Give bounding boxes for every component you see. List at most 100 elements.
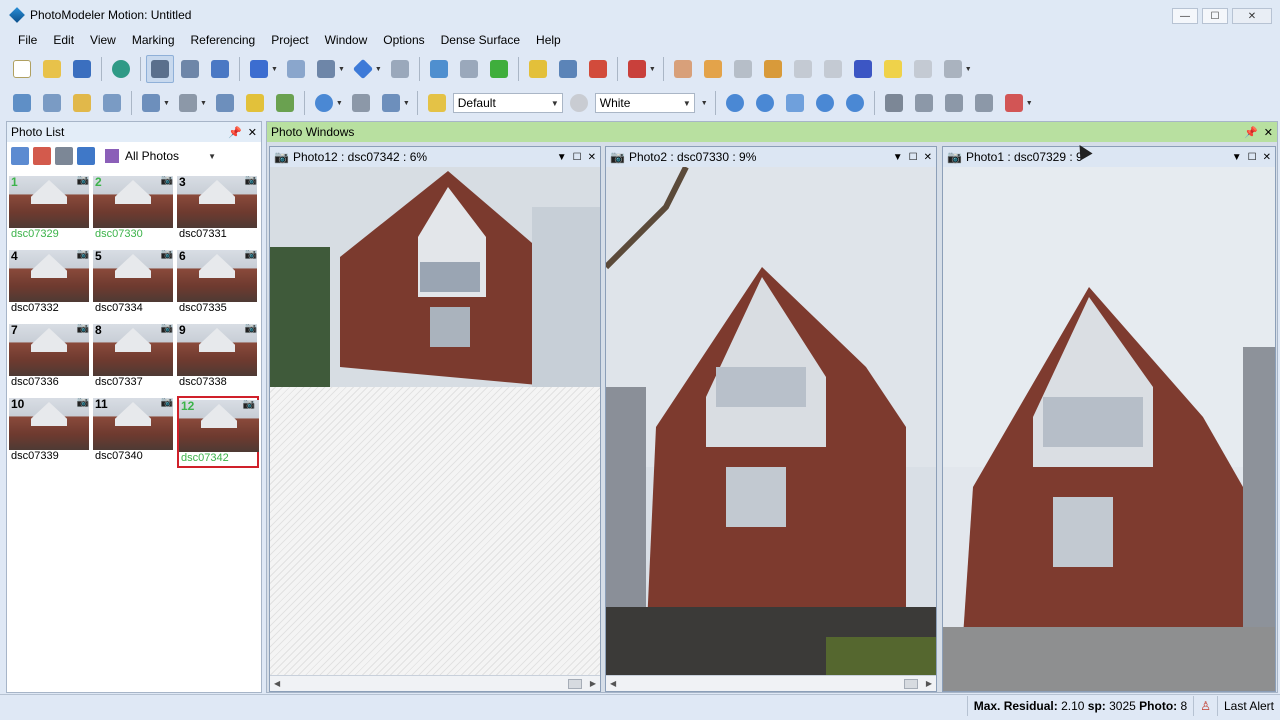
last-alert-button[interactable]: Last Alert: [1216, 695, 1280, 716]
menu-file[interactable]: File: [10, 33, 45, 47]
photo-table-icon[interactable]: [77, 147, 95, 165]
chevron-down-icon[interactable]: ▼: [403, 100, 410, 107]
photo-canvas[interactable]: [606, 167, 936, 675]
list-button[interactable]: [211, 89, 239, 117]
link-tool-button[interactable]: [485, 55, 513, 83]
chevron-down-icon[interactable]: ▼: [965, 66, 972, 73]
photo-canvas[interactable]: [943, 167, 1275, 691]
maximize-icon[interactable]: ☐: [1248, 152, 1257, 163]
scroll-left-icon[interactable]: ◀: [610, 679, 616, 688]
reference-tool-button[interactable]: [455, 55, 483, 83]
chevron-down-icon[interactable]: ▼: [338, 66, 345, 73]
table-button[interactable]: [554, 55, 582, 83]
maximize-icon[interactable]: ☐: [573, 152, 582, 163]
tool-button-a[interactable]: [669, 55, 697, 83]
chevron-down-icon[interactable]: ▼: [649, 66, 656, 73]
horizontal-scrollbar[interactable]: ◀ ▶: [270, 675, 600, 691]
menu-view[interactable]: View: [82, 33, 124, 47]
zoom-out-button[interactable]: [751, 89, 779, 117]
scroll-right-icon[interactable]: ▶: [926, 679, 932, 688]
menu-edit[interactable]: Edit: [45, 33, 82, 47]
photo-canvas[interactable]: [270, 167, 600, 675]
process-button[interactable]: [584, 55, 612, 83]
tool-button-j[interactable]: [939, 55, 967, 83]
close-icon[interactable]: ✕: [248, 126, 257, 139]
tool-button-b[interactable]: [699, 55, 727, 83]
open-project-button[interactable]: [38, 55, 66, 83]
scroll-right-icon[interactable]: ▶: [590, 679, 596, 688]
tool-button-i[interactable]: [909, 55, 937, 83]
tool-button-d[interactable]: [759, 55, 787, 83]
curve-tool-button[interactable]: [312, 55, 340, 83]
surface-tool-button[interactable]: [349, 55, 377, 83]
chevron-down-icon[interactable]: ▼: [1026, 100, 1033, 107]
menu-options[interactable]: Options: [375, 33, 432, 47]
photo-thumbnail[interactable]: 1 📷 dsc07329: [9, 174, 91, 246]
scroll-left-icon[interactable]: ◀: [274, 679, 280, 688]
close-icon[interactable]: ✕: [588, 152, 596, 163]
photo-window-2[interactable]: 📷 Photo2 : dsc07330 : 9% ▼ ☐ ✕ ◀ ▶: [605, 146, 937, 692]
horizontal-scrollbar[interactable]: ◀ ▶: [606, 675, 936, 691]
scale-button[interactable]: [241, 89, 269, 117]
zoom-photo-button[interactable]: [970, 89, 998, 117]
photo-window-1[interactable]: 📷 Photo1 : dsc07329 : 9 ▼ ☐ ✕: [942, 146, 1276, 692]
photo-thumbnail[interactable]: 12 📷 dsc07342: [177, 396, 259, 468]
photo-details-icon[interactable]: [55, 147, 73, 165]
audit-button[interactable]: [623, 55, 651, 83]
photo-thumbnail[interactable]: 6 📷 dsc07335: [177, 248, 259, 320]
menu-window[interactable]: Window: [317, 33, 376, 47]
photo-thumbnail[interactable]: 7 📷 dsc07336: [9, 322, 91, 394]
layout-button[interactable]: [137, 89, 165, 117]
photo-thumbnail[interactable]: 11 📷 dsc07340: [93, 396, 175, 468]
photo-window-12[interactable]: 📷 Photo12 : dsc07342 : 6% ▼ ☐ ✕ ◀ ▶: [269, 146, 601, 692]
fit-selection-button[interactable]: [940, 89, 968, 117]
chevron-down-icon[interactable]: ▼: [557, 152, 567, 163]
menu-referencing[interactable]: Referencing: [183, 33, 264, 47]
tool-button-f[interactable]: [819, 55, 847, 83]
tool-button-g[interactable]: [849, 55, 877, 83]
alert-icon-cell[interactable]: ♙: [1193, 695, 1217, 716]
fit-view-button[interactable]: [347, 89, 375, 117]
window-button[interactable]: [174, 89, 202, 117]
pan-button[interactable]: [880, 89, 908, 117]
tool-button-h[interactable]: [879, 55, 907, 83]
chevron-down-icon[interactable]: ▼: [893, 152, 903, 163]
chevron-down-icon[interactable]: ▼: [271, 66, 278, 73]
view-3d-button[interactable]: [8, 89, 36, 117]
menu-dense-surface[interactable]: Dense Surface: [433, 33, 528, 47]
select-mode-button[interactable]: [146, 55, 174, 83]
photo-filter-combo[interactable]: All Photos ▼: [101, 146, 219, 166]
zoom-fit-button[interactable]: [811, 89, 839, 117]
zoom-all-button[interactable]: [841, 89, 869, 117]
sort-photos-icon[interactable]: [33, 147, 51, 165]
add-point-button[interactable]: [245, 55, 273, 83]
style-combo[interactable]: Default ▼: [452, 93, 563, 113]
color-picker-button[interactable]: [565, 89, 593, 117]
pencil-tool-button[interactable]: [386, 55, 414, 83]
close-icon[interactable]: ✕: [924, 152, 932, 163]
tool-button-c[interactable]: [729, 55, 757, 83]
grid-view-button[interactable]: [377, 89, 405, 117]
photo-thumbnail[interactable]: 3 📷 dsc07331: [177, 174, 259, 246]
view-checklist-button[interactable]: [98, 89, 126, 117]
close-icon[interactable]: ✕: [1263, 152, 1271, 163]
scroll-thumb[interactable]: [904, 679, 918, 689]
minimize-button[interactable]: —: [1172, 8, 1198, 24]
close-icon[interactable]: ✕: [1264, 126, 1273, 139]
line-tool-button[interactable]: [282, 55, 310, 83]
zoom-tool-button[interactable]: [310, 89, 338, 117]
style-picker-button[interactable]: [423, 89, 451, 117]
new-project-button[interactable]: [8, 55, 36, 83]
maximize-icon[interactable]: ☐: [909, 152, 918, 163]
save-project-button[interactable]: [68, 55, 96, 83]
zoom-in-button[interactable]: [721, 89, 749, 117]
photo-thumbnail[interactable]: 5 📷 dsc07334: [93, 248, 175, 320]
menu-marking[interactable]: Marking: [124, 33, 183, 47]
chevron-down-icon[interactable]: ▼: [200, 100, 207, 107]
view-table-button[interactable]: [68, 89, 96, 117]
chevron-down-icon[interactable]: ▼: [701, 100, 708, 107]
axis-tool-button[interactable]: [425, 55, 453, 83]
photo-thumbnail[interactable]: 8 📷 dsc07337: [93, 322, 175, 394]
delete-button[interactable]: [206, 55, 234, 83]
checkbox-button[interactable]: [271, 89, 299, 117]
